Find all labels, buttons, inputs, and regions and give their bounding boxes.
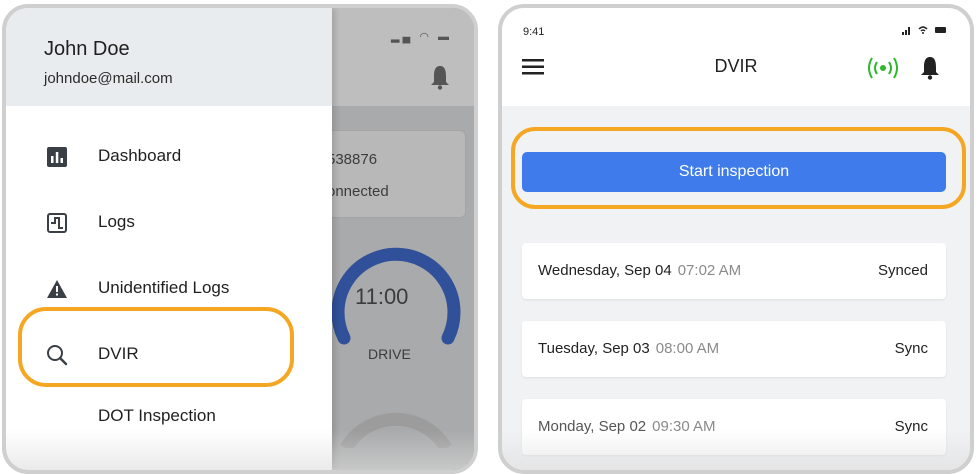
right-phone-frame: 9:41 DVIR Start inspection Wednesday, Se…: [498, 4, 974, 474]
menu-item-label: Dashboard: [98, 146, 182, 165]
bottom-fade: [502, 430, 970, 470]
search-icon: [47, 345, 68, 366]
entry-date-line: Wednesday, Sep 04 07:02 AM: [538, 262, 741, 279]
background-card-line2: onnected: [327, 183, 389, 200]
logs-grid-icon: [47, 213, 67, 233]
status-time: 9:41: [523, 26, 545, 38]
entry-sync-status: Synced: [877, 262, 928, 279]
connection-signal-icon[interactable]: [866, 56, 900, 80]
background-status-icons: ▂▄ ◠ ▬: [391, 31, 452, 43]
drawer-header: John Doe johndoe@mail.com: [6, 8, 332, 106]
notification-bell-icon[interactable]: [920, 56, 940, 80]
menu-item-dvir[interactable]: DVIR: [6, 330, 332, 380]
warning-icon: [47, 280, 67, 298]
navigation-drawer: John Doe johndoe@mail.com Dashboard Logs: [6, 8, 332, 470]
menu-item-label: Logs: [98, 212, 135, 231]
background-card-line1: 538876: [327, 151, 378, 168]
bottom-fade: [6, 430, 474, 470]
menu-item-dashboard[interactable]: Dashboard: [6, 132, 332, 182]
inspection-entry[interactable]: Wednesday, Sep 04 07:02 AM Synced: [522, 243, 946, 299]
entry-date: Tuesday, Sep 03: [538, 340, 650, 357]
menu-item-label: Unidentified Logs: [98, 278, 230, 297]
app-header: 9:41 DVIR: [502, 8, 970, 106]
user-name: John Doe: [44, 38, 130, 60]
entry-sync-button[interactable]: Sync: [895, 340, 928, 357]
menu-item-label: DOT Inspection: [98, 406, 216, 425]
user-email: johndoe@mail.com: [44, 70, 173, 87]
bar-chart-icon: [47, 147, 67, 167]
menu-item-label: DVIR: [98, 344, 139, 363]
start-inspection-button[interactable]: Start inspection: [522, 152, 946, 192]
entry-date-line: Tuesday, Sep 03 08:00 AM: [538, 340, 719, 357]
background-vehicle-card: 538876 onnected: [326, 130, 466, 218]
status-bar-icons: [902, 26, 946, 35]
menu-item-unidentified-logs[interactable]: Unidentified Logs: [6, 264, 332, 314]
entry-date: Wednesday, Sep 04: [538, 262, 672, 279]
menu-item-logs[interactable]: Logs: [6, 198, 332, 248]
left-phone-frame: ▂▄ ◠ ▬ 538876 onnected 11:00 DRIVE John …: [2, 4, 478, 474]
background-bell-icon: [430, 64, 450, 95]
background-gauge-label: DRIVE: [368, 346, 411, 362]
entry-time: 07:02 AM: [677, 262, 742, 279]
inspection-entry[interactable]: Tuesday, Sep 03 08:00 AM Sync: [522, 321, 946, 377]
background-gauge-value: 11:00: [355, 284, 409, 309]
entry-time: 08:00 AM: [655, 340, 720, 357]
